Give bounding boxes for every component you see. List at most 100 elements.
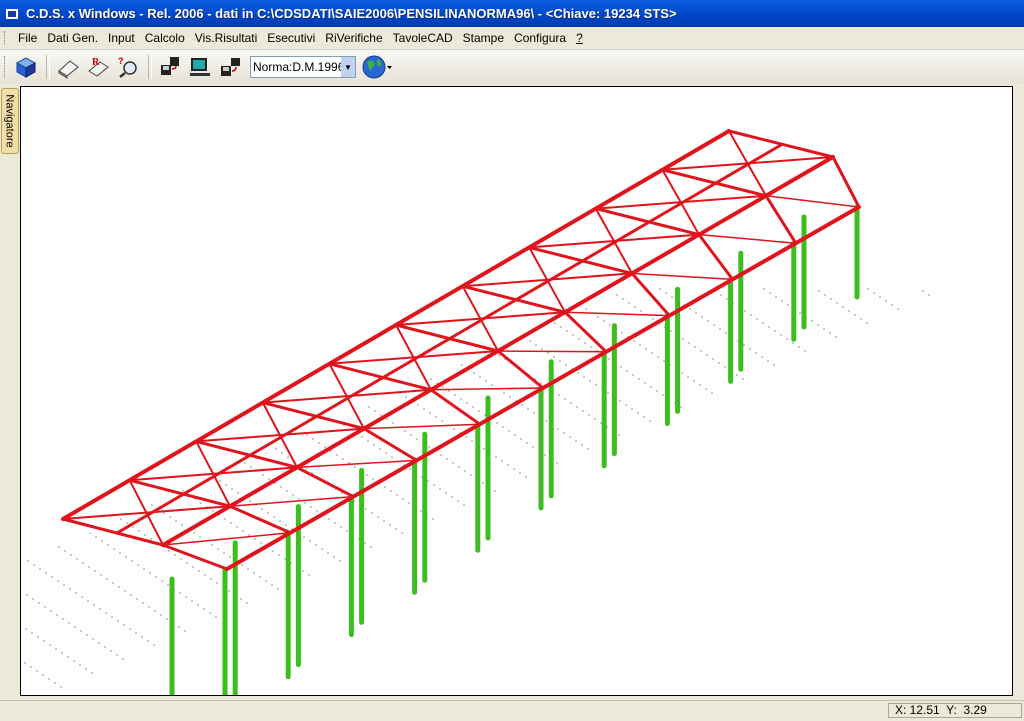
grid-dot: [149, 572, 151, 574]
grid-dot: [582, 410, 584, 412]
grid-dot: [373, 444, 375, 446]
menu-help[interactable]: ?: [571, 31, 588, 45]
menu-input[interactable]: Input: [103, 31, 140, 45]
title-bar: C.D.S. x Windows - Rel. 2006 - dati in C…: [0, 0, 1024, 27]
grid-dot: [260, 542, 262, 544]
grid-dot: [560, 326, 562, 328]
monitor-button[interactable]: [186, 53, 214, 81]
grid-dot: [154, 610, 156, 612]
toolbar: R ? Norma:D.M.1996 ▼: [0, 50, 1024, 84]
brace: [698, 233, 797, 244]
grid-dot: [310, 506, 312, 508]
menu-calcolo[interactable]: Calcolo: [140, 31, 190, 45]
grid-dot: [663, 360, 665, 362]
grid-dot: [275, 448, 277, 450]
grid-dot: [95, 536, 97, 538]
grid-dot: [520, 438, 522, 440]
grid-dot: [304, 502, 306, 504]
grid-dot: [553, 356, 555, 358]
grid-dot: [148, 606, 150, 608]
grid-dot: [163, 512, 165, 514]
model-canvas[interactable]: [20, 86, 1013, 696]
grid-dot: [197, 604, 199, 606]
grid-dot: [854, 314, 856, 316]
grid-dot: [699, 384, 701, 386]
menu-stampe[interactable]: Stampe: [458, 31, 509, 45]
grid-dot: [502, 426, 504, 428]
save-load-icon: [161, 57, 179, 75]
grid-dot: [51, 576, 53, 578]
grid-dot: [736, 374, 738, 376]
grid-dot: [259, 576, 261, 578]
grid-dot: [452, 462, 454, 464]
grid-dot: [229, 556, 231, 558]
grid-dot: [446, 458, 448, 460]
grid-dot: [706, 354, 708, 356]
inspect-button[interactable]: ?: [114, 53, 142, 81]
grid-dot: [532, 446, 534, 448]
grid-dot: [312, 438, 314, 440]
chevron-down-icon[interactable]: ▼: [341, 57, 355, 77]
grid-dot: [559, 360, 561, 362]
menu-vis-risultati[interactable]: Vis.Risultati: [190, 31, 262, 45]
grid-dot: [639, 344, 641, 346]
grid-dot: [241, 564, 243, 566]
grid-dot: [811, 320, 813, 322]
grid-dot: [379, 448, 381, 450]
menu-riverifiche[interactable]: RiVerifiche: [320, 31, 387, 45]
transverse-beam: [527, 245, 634, 275]
grid-dot: [137, 564, 139, 566]
menu-tavolecad[interactable]: TavoleCAD: [388, 31, 458, 45]
grid-dot: [225, 484, 227, 486]
menu-configura[interactable]: Configura: [509, 31, 571, 45]
svg-text:R: R: [92, 57, 100, 68]
grid-dot: [404, 430, 406, 432]
grid-dot: [231, 488, 233, 490]
menu-esecutivi[interactable]: Esecutivi: [262, 31, 320, 45]
grid-dot: [161, 580, 163, 582]
grid-dot: [126, 522, 128, 524]
grid-dot: [191, 600, 193, 602]
grid-dot: [306, 434, 308, 436]
grid-dot: [470, 474, 472, 476]
grid-dot: [823, 328, 825, 330]
norma-select[interactable]: Norma:D.M.1996 ▼: [250, 56, 356, 78]
grid-dot: [340, 526, 342, 528]
grid-dot: [25, 628, 27, 630]
grid-dot: [775, 296, 777, 298]
grid-dot: [818, 290, 820, 292]
grid-dot: [817, 324, 819, 326]
disk-export-button[interactable]: [216, 53, 244, 81]
menu-dati-gen[interactable]: Dati Gen.: [42, 31, 103, 45]
grid-dot: [167, 584, 169, 586]
brace: [631, 272, 734, 281]
grid-dot: [292, 494, 294, 496]
grid-dot: [144, 534, 146, 536]
navigator-tab[interactable]: Navigatore: [1, 88, 19, 154]
grid-dot: [637, 412, 639, 414]
grid-dot: [348, 462, 350, 464]
inspect-icon: ?: [118, 56, 137, 78]
grid-dot: [45, 572, 47, 574]
grid-dot: [416, 438, 418, 440]
grid-dot: [545, 420, 547, 422]
grid-dot: [249, 500, 251, 502]
brace: [363, 423, 481, 430]
grid-dot: [616, 294, 618, 296]
menu-file[interactable]: File: [13, 31, 42, 45]
save-load-button[interactable]: [156, 53, 184, 81]
grid-dot: [261, 508, 263, 510]
grid-dot: [217, 548, 219, 550]
grid-dot: [621, 332, 623, 334]
results-r-button[interactable]: R: [84, 53, 112, 81]
grid-dot: [590, 346, 592, 348]
grid-dot: [116, 654, 118, 656]
plane-view-button[interactable]: [54, 53, 82, 81]
globe-button[interactable]: [360, 53, 394, 81]
model-3d-button[interactable]: [12, 53, 40, 81]
grid-dot: [56, 614, 58, 616]
grid-dot: [80, 630, 82, 632]
grid-dot: [73, 660, 75, 662]
grid-dot: [457, 500, 459, 502]
grid-dot: [168, 550, 170, 552]
